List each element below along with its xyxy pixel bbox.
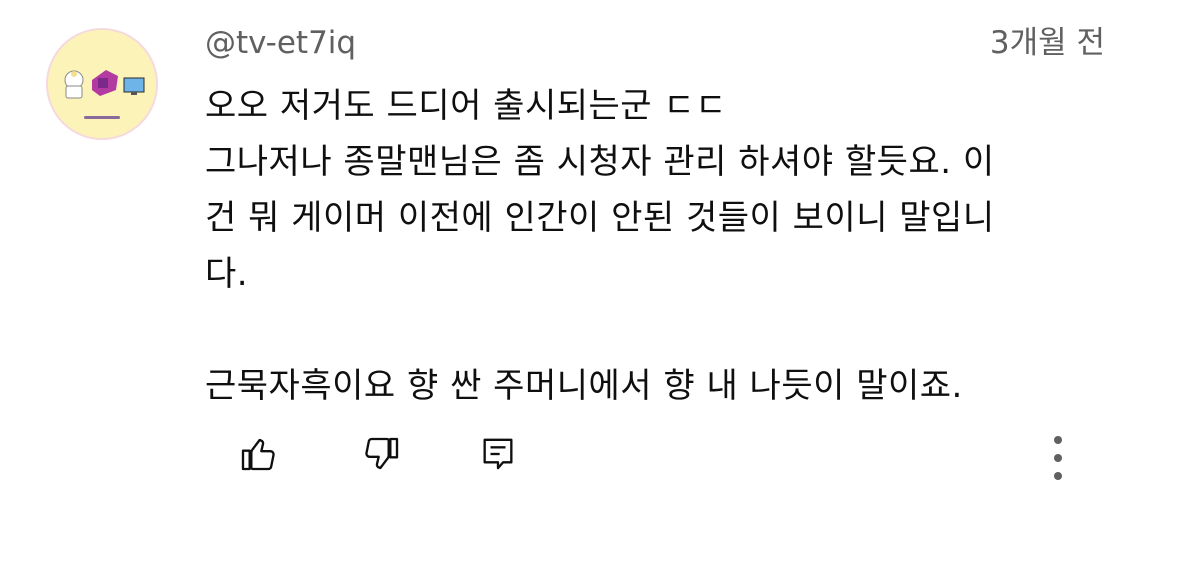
comment-card: @tv-et7iq 3개월 전 오오 저거도 드디어 출시되는군 ㄷㄷ 그나저나… bbox=[0, 0, 1179, 575]
like-button[interactable] bbox=[236, 432, 280, 476]
comment-line: 오오 저거도 드디어 출시되는군 ㄷㄷ bbox=[205, 86, 727, 126]
comment-body: 오오 저거도 드디어 출시되는군 ㄷㄷ 그나저나 종말맨님은 좀 시청자 관리 … bbox=[205, 78, 1105, 414]
reply-button[interactable] bbox=[476, 432, 520, 476]
comment-actions bbox=[0, 420, 1179, 500]
comment-line: 그나저나 종말맨님은 좀 시청자 관리 하셔야 할듯요. 이 bbox=[205, 142, 995, 182]
dislike-button[interactable] bbox=[360, 432, 404, 476]
comment-reply-icon bbox=[483, 438, 513, 470]
avatar[interactable] bbox=[46, 28, 158, 140]
comment-line: 다. bbox=[205, 254, 249, 294]
comment-line: 근묵자흑이요 향 싼 주머니에서 향 내 나듯이 말이죠. bbox=[205, 366, 963, 406]
thumb-down-icon bbox=[365, 437, 399, 470]
avatar-illustration-icon bbox=[48, 30, 156, 138]
comment-header: @tv-et7iq 3개월 전 bbox=[205, 22, 1110, 66]
more-vert-icon bbox=[1054, 436, 1062, 480]
more-options-button[interactable] bbox=[1036, 432, 1080, 484]
comment-timestamp[interactable]: 3개월 전 bbox=[990, 22, 1105, 64]
thumb-up-icon bbox=[241, 438, 275, 471]
author-handle[interactable]: @tv-et7iq bbox=[205, 22, 356, 64]
comment-line: 건 뭐 게이머 이전에 인간이 안된 것들이 보이니 말입니 bbox=[205, 198, 995, 238]
